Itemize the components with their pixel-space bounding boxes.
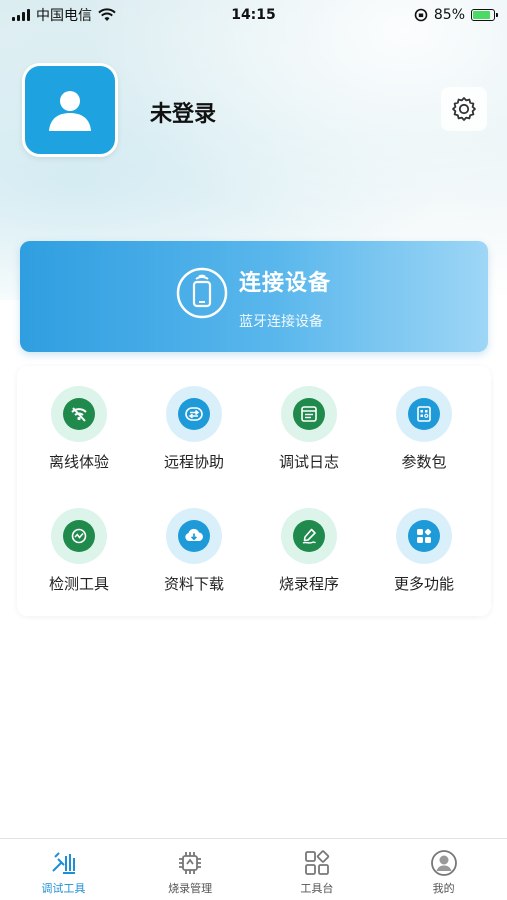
signal-icon bbox=[12, 9, 30, 21]
feature-label: 烧录程序 bbox=[278, 575, 339, 593]
connect-title: 连接设备 bbox=[239, 271, 332, 296]
feature-label: 远程协助 bbox=[163, 453, 224, 471]
cloud-download-icon bbox=[185, 528, 203, 541]
tab-label: 调试工具 bbox=[41, 882, 86, 895]
parameter-package-icon bbox=[417, 406, 431, 422]
feature-detection-tool[interactable]: 检测工具 bbox=[24, 508, 134, 618]
bottom-tab-bar: 调试工具 烧录管理 工具台 我的 bbox=[0, 838, 507, 900]
debug-tools-icon bbox=[52, 852, 76, 874]
settings-button[interactable] bbox=[441, 87, 487, 131]
feature-debug-log[interactable]: 调试日志 bbox=[254, 386, 364, 496]
tab-label: 工具台 bbox=[300, 882, 334, 895]
feature-label: 参数包 bbox=[401, 453, 447, 471]
feature-burn-program[interactable]: 烧录程序 bbox=[254, 508, 364, 618]
connect-subtitle: 蓝牙连接设备 bbox=[239, 314, 323, 330]
avatar[interactable] bbox=[22, 63, 118, 157]
status-bar: 中国电信 14:15 85% bbox=[0, 0, 507, 30]
feature-label: 资料下载 bbox=[163, 575, 224, 593]
feature-more-functions[interactable]: 更多功能 bbox=[369, 508, 479, 618]
feature-label: 检测工具 bbox=[48, 575, 109, 593]
feature-parameter-package[interactable]: 参数包 bbox=[369, 386, 479, 496]
carrier-label: 中国电信 bbox=[36, 8, 92, 24]
wifi-icon bbox=[98, 8, 116, 21]
tab-debug-tools[interactable]: 调试工具 bbox=[0, 839, 127, 900]
detection-chart-icon bbox=[71, 528, 87, 544]
log-document-icon bbox=[301, 406, 317, 422]
tab-label: 我的 bbox=[432, 882, 455, 895]
connect-device-card[interactable]: 连接设备 蓝牙连接设备 bbox=[20, 241, 488, 352]
tab-workbench[interactable]: 工具台 bbox=[254, 839, 381, 900]
user-avatar-icon bbox=[49, 91, 91, 131]
feature-label: 调试日志 bbox=[278, 453, 339, 471]
feature-label: 离线体验 bbox=[48, 453, 109, 471]
user-profile-icon bbox=[430, 850, 457, 876]
chip-icon bbox=[179, 852, 202, 874]
orientation-lock-icon bbox=[414, 8, 428, 22]
feature-data-download[interactable]: 资料下载 bbox=[139, 508, 249, 618]
battery-percent: 85% bbox=[433, 7, 465, 23]
tab-label: 烧录管理 bbox=[168, 882, 213, 895]
feature-grid: 离线体验 远程协助 调试日志 参数包 检测工具 资料下载 烧录程序 更多功能 bbox=[17, 366, 491, 616]
pen-signature-icon bbox=[302, 528, 316, 544]
phone-connect-icon bbox=[176, 267, 228, 319]
apps-grid-icon bbox=[417, 528, 432, 543]
battery-icon bbox=[471, 9, 498, 21]
gear-icon bbox=[452, 97, 476, 121]
tab-mine[interactable]: 我的 bbox=[380, 839, 507, 900]
workbench-grid-icon bbox=[304, 850, 330, 875]
feature-remote-assist[interactable]: 远程协助 bbox=[139, 386, 249, 496]
login-status-label[interactable]: 未登录 bbox=[150, 96, 216, 128]
feature-offline-experience[interactable]: 离线体验 bbox=[24, 386, 134, 496]
wifi-off-icon bbox=[71, 407, 87, 422]
feature-label: 更多功能 bbox=[393, 575, 454, 593]
swap-arrows-icon bbox=[185, 407, 203, 421]
tab-burn-management[interactable]: 烧录管理 bbox=[127, 839, 254, 900]
